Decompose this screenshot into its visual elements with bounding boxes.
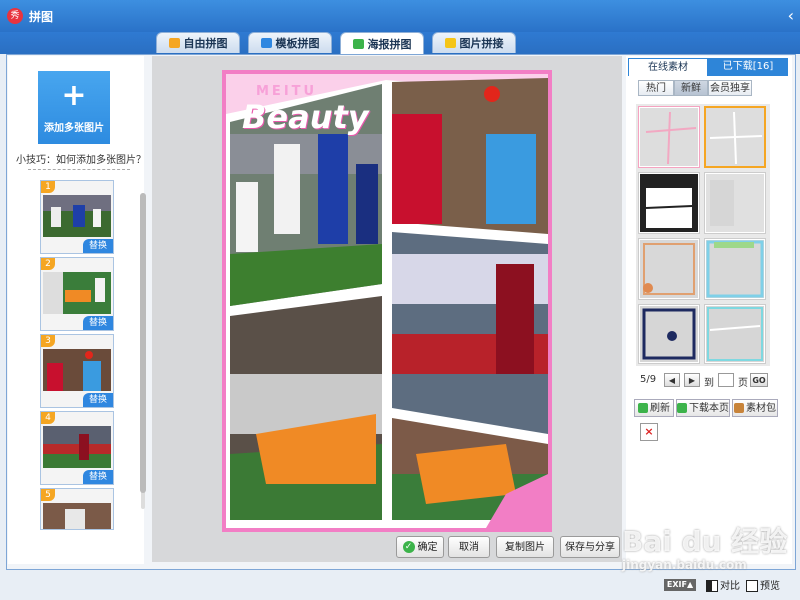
template-thumbnail-selected[interactable] xyxy=(704,106,766,168)
template-thumbnail[interactable] xyxy=(704,238,766,300)
thumbnail-number: 2 xyxy=(41,258,55,270)
template-preview xyxy=(706,240,764,298)
delete-icon[interactable]: × xyxy=(640,423,658,441)
tab-free-collage[interactable]: 自由拼图 xyxy=(156,32,240,53)
copy-image-button[interactable]: 复制图片 xyxy=(496,536,554,558)
template-thumbnail[interactable] xyxy=(638,106,700,168)
add-images-label: 添加多张图片 xyxy=(44,123,104,134)
material-pack-label: 素材包 xyxy=(746,403,776,414)
tab-online-materials[interactable]: 在线素材 xyxy=(628,58,708,76)
replace-button[interactable]: 替换 xyxy=(83,316,113,330)
template-thumbnail[interactable] xyxy=(638,238,700,300)
ok-label: 确定 xyxy=(417,542,438,553)
filter-new[interactable]: 新鲜 xyxy=(674,80,708,96)
tip-link[interactable]: 小技巧：如何添加多张图片？ xyxy=(16,151,146,166)
compare-label: 对比 xyxy=(720,581,740,592)
photo-thumbnail-3[interactable]: 3 替换 xyxy=(40,334,114,408)
thumbnail-image xyxy=(43,272,111,314)
filter-vip[interactable]: 会员独享 xyxy=(708,80,752,96)
material-pack-button[interactable]: 素材包 xyxy=(732,399,778,417)
add-images-button[interactable]: + 添加多张图片 xyxy=(38,71,110,144)
download-page-button[interactable]: 下载本页 xyxy=(676,399,730,417)
window-back-icon[interactable]: ‹ xyxy=(788,6,794,25)
tab-label: 模板拼图 xyxy=(275,37,320,50)
tab-label: 自由拼图 xyxy=(183,37,228,50)
goto-label: 到 xyxy=(704,378,714,389)
watermark-sub: jingyan.baidu.com xyxy=(622,558,747,572)
thumbnail-image xyxy=(43,503,111,529)
tab-poster-collage[interactable]: 海报拼图 xyxy=(340,32,424,54)
tab-label: 图片拼接 xyxy=(459,37,504,50)
template-thumbnail[interactable] xyxy=(704,172,766,234)
scroll-thumb[interactable] xyxy=(140,193,146,493)
photo-thumbnail-4[interactable]: 4 替换 xyxy=(40,411,114,485)
template-preview xyxy=(640,306,698,362)
material-tabs: 在线素材 已下载[16] xyxy=(628,58,788,76)
refresh-label: 刷新 xyxy=(650,403,670,414)
thumbnail-number: 5 xyxy=(41,489,55,501)
app-title: 拼图 xyxy=(29,10,54,24)
preview-label: 预览 xyxy=(760,581,780,592)
go-button[interactable]: GO xyxy=(750,373,768,387)
replace-button[interactable]: 替换 xyxy=(83,239,113,253)
next-page-icon[interactable]: ▶ xyxy=(684,373,700,387)
photo-thumbnail-2[interactable]: 2 替换 xyxy=(40,257,114,331)
poster-canvas[interactable]: MEITU Beauty xyxy=(222,70,552,532)
download-icon xyxy=(677,403,687,413)
download-page-label: 下载本页 xyxy=(689,403,729,414)
beauty-logo: MEITU Beauty xyxy=(236,84,386,144)
logo-top-text: MEITU xyxy=(256,84,318,99)
thumbnail-number: 4 xyxy=(41,412,55,424)
template-grid xyxy=(636,104,770,366)
replace-button[interactable]: 替换 xyxy=(83,470,113,484)
tab-image-stitch[interactable]: 图片拼接 xyxy=(432,32,516,53)
template-thumbnail[interactable] xyxy=(638,304,700,364)
mode-tabs: 自由拼图 模板拼图 海报拼图 图片拼接 xyxy=(0,32,800,54)
logo-main-text: Beauty xyxy=(242,98,369,136)
package-icon xyxy=(734,403,744,413)
replace-button[interactable]: 替换 xyxy=(83,393,113,407)
thumbnail-number: 3 xyxy=(41,335,55,347)
refresh-icon xyxy=(638,403,648,413)
plus-icon: + xyxy=(61,78,87,113)
refresh-button[interactable]: 刷新 xyxy=(634,399,674,417)
poster-collage-icon xyxy=(352,38,364,49)
tab-downloaded[interactable]: 已下载[16] xyxy=(708,58,788,76)
template-preview xyxy=(640,240,698,298)
page-suffix-label: 页 xyxy=(738,378,748,389)
thumbnail-number: 1 xyxy=(41,181,55,193)
watermark: Bai du 经验 jingyan.baidu.com xyxy=(612,510,792,582)
thumbnail-image xyxy=(43,426,111,468)
template-thumbnail[interactable] xyxy=(638,172,700,234)
image-stitch-icon xyxy=(444,38,456,48)
thumbnail-image xyxy=(43,195,111,237)
template-preview xyxy=(640,108,698,166)
thumbnail-image xyxy=(43,349,111,391)
ok-button[interactable]: ✓ 确定 xyxy=(396,536,444,558)
app-logo-icon: 秀 xyxy=(7,8,23,24)
prev-page-icon[interactable]: ◀ xyxy=(664,373,680,387)
template-collage-icon xyxy=(260,38,272,48)
page-indicator: 5/9 xyxy=(640,374,657,385)
photo-thumbnail-5[interactable]: 5 xyxy=(40,488,114,530)
filter-hot[interactable]: 热门 xyxy=(638,80,674,96)
cancel-button[interactable]: 取消 xyxy=(448,536,490,558)
template-preview xyxy=(640,174,698,232)
tab-template-collage[interactable]: 模板拼图 xyxy=(248,32,332,53)
template-thumbnail[interactable] xyxy=(704,304,766,364)
save-share-button[interactable]: 保存与分享 xyxy=(560,536,620,558)
tab-label: 海报拼图 xyxy=(367,37,412,51)
watermark-main: Bai du 经验 xyxy=(622,525,788,558)
divider xyxy=(28,169,130,170)
template-preview xyxy=(706,108,764,166)
thumbnail-scrollbar[interactable] xyxy=(139,185,147,525)
template-preview xyxy=(706,174,764,232)
page-number-input[interactable] xyxy=(718,373,734,387)
photo-thumbnail-1[interactable]: 1 替换 xyxy=(40,180,114,254)
title-bar: 秀 拼图 ‹ xyxy=(0,0,800,32)
free-collage-icon xyxy=(168,38,180,48)
template-preview xyxy=(706,306,764,362)
check-icon: ✓ xyxy=(402,541,415,553)
